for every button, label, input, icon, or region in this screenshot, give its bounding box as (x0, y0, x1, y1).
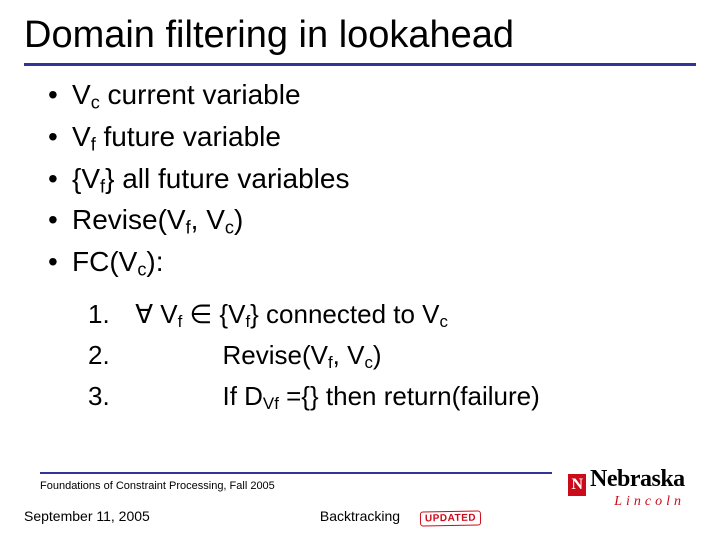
bullet-item: • Vf future variable (48, 118, 696, 156)
title-rule (24, 63, 696, 66)
step-item: 2. Revise(Vf, Vc) (88, 336, 696, 375)
bullet-dot: • (48, 160, 72, 198)
bullet-item: • FC(Vc): (48, 243, 696, 281)
bullet-list: • Vc current variable • Vf future variab… (48, 76, 696, 281)
logo-main: NNebraska (568, 467, 698, 496)
bullet-dot: • (48, 118, 72, 156)
updated-stamp: UPDATED (420, 510, 481, 526)
bullet-text: Revise(Vf, Vc) (72, 201, 243, 239)
logo-n-icon: N (568, 474, 586, 496)
university-logo: NNebraska Lincoln (568, 467, 698, 510)
bullet-text: Vc current variable (72, 76, 301, 114)
bullet-dot: • (48, 201, 72, 239)
step-item: 3. If DVf ={} then return(failure) (88, 377, 696, 416)
bullet-text: {Vf} all future variables (72, 160, 349, 198)
bullet-dot: • (48, 76, 72, 114)
slide-title: Domain filtering in lookahead (24, 14, 696, 57)
bullet-text: FC(Vc): (72, 243, 164, 281)
numbered-steps: 1. ∀ Vf ∈ {Vf} connected to Vc 2. Revise… (88, 295, 696, 416)
bullet-dot: • (48, 243, 72, 281)
bullet-item: • Revise(Vf, Vc) (48, 201, 696, 239)
slide: Domain filtering in lookahead • Vc curre… (0, 0, 720, 540)
step-item: 1. ∀ Vf ∈ {Vf} connected to Vc (88, 295, 696, 334)
logo-sub: Lincoln (568, 494, 685, 510)
bullet-text: Vf future variable (72, 118, 281, 156)
footer-rule (40, 472, 552, 474)
footer-course: Foundations of Constraint Processing, Fa… (40, 480, 275, 492)
bullet-item: • {Vf} all future variables (48, 160, 696, 198)
footer-topic: Backtracking (0, 508, 720, 524)
bullet-item: • Vc current variable (48, 76, 696, 114)
